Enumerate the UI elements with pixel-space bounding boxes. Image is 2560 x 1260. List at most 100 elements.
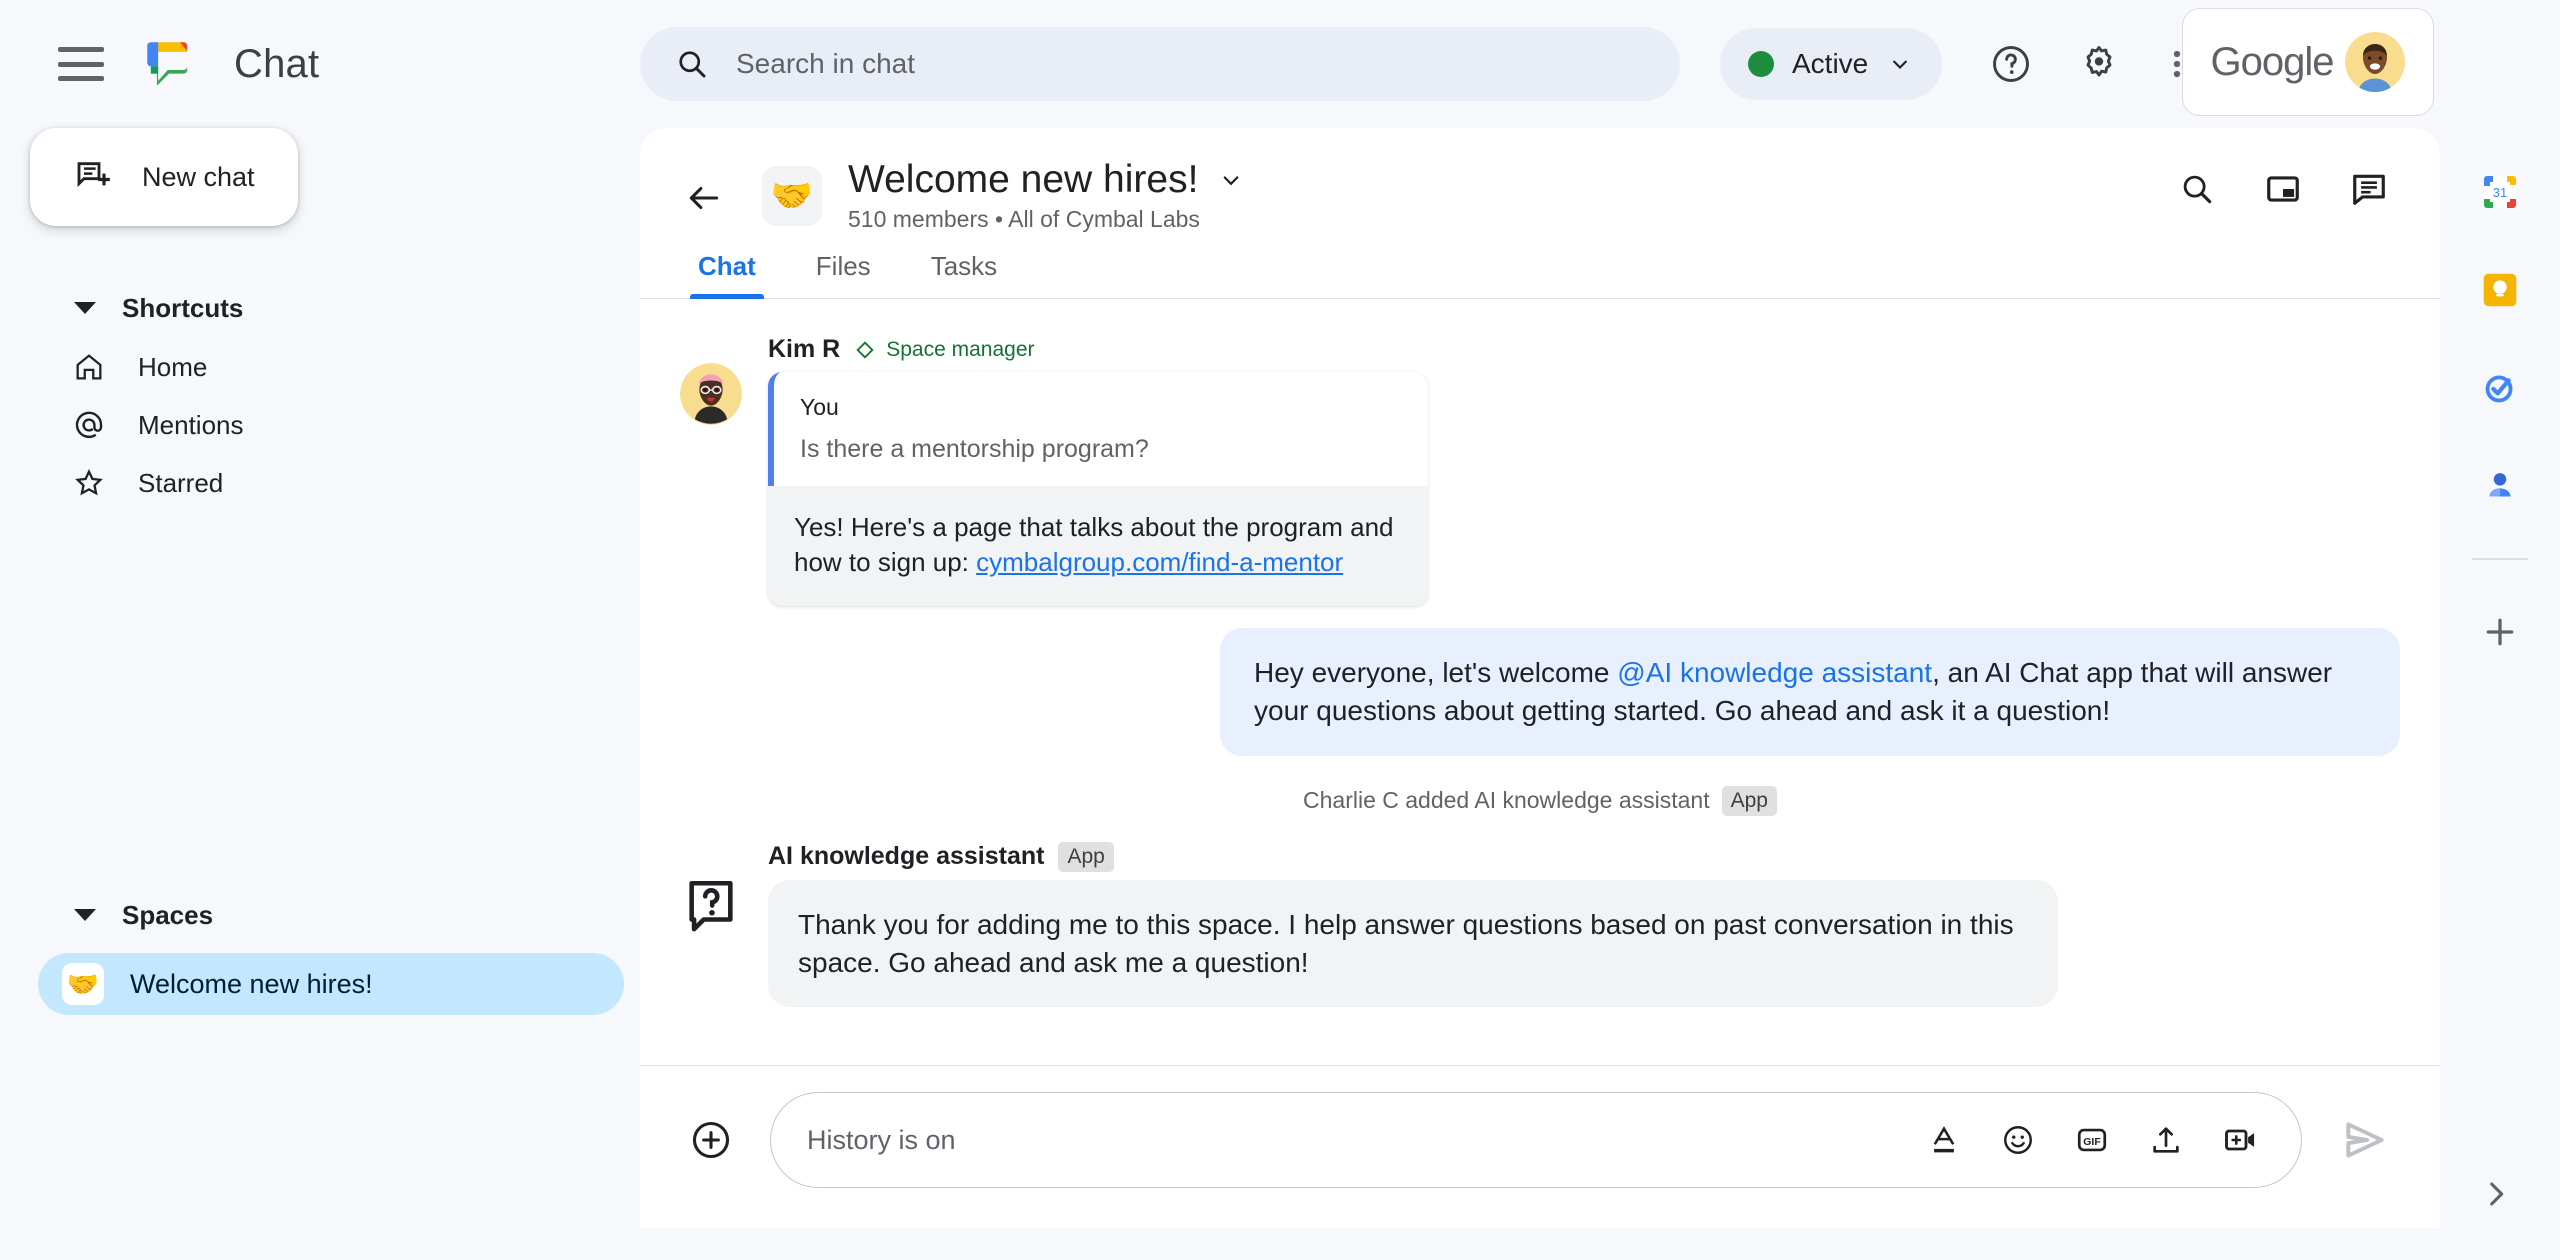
mention-ai-knowledge-assistant[interactable]: @AI knowledge assistant <box>1617 657 1932 688</box>
svg-text:GIF: GIF <box>2083 1137 2101 1148</box>
page-title: Welcome new hires! <box>848 158 1199 201</box>
message-welcome-row: Hey everyone, let's welcome @AI knowledg… <box>680 628 2400 756</box>
message-welcome-bubble: Hey everyone, let's welcome @AI knowledg… <box>1220 628 2400 756</box>
search-icon <box>679 51 706 78</box>
spaces-section: Spaces 🤝 Welcome new hires! <box>0 885 640 1015</box>
sidebar-item-home[interactable]: Home <box>0 338 640 396</box>
message-sender-row: Kim R Space manager <box>768 335 1428 364</box>
shortcuts-section: Shortcuts Home Mentions Starred <box>0 278 640 512</box>
assistant-sender-row: AI knowledge assistant App <box>768 841 2058 872</box>
picture-in-picture-button[interactable] <box>2252 158 2314 220</box>
chat-app-window: Chat New chat Shortcuts Home Mentions St… <box>0 0 2560 1260</box>
gif-button[interactable]: GIF <box>2065 1113 2119 1167</box>
google-tasks-button[interactable] <box>2474 362 2526 414</box>
chevron-right-icon <box>2490 1182 2504 1206</box>
assistant-body: AI knowledge assistant App Thank you for… <box>768 841 2058 1008</box>
app-title: Chat <box>234 41 320 86</box>
new-chat-button[interactable]: New chat <box>30 128 298 226</box>
status-selector[interactable]: Active <box>1720 28 1943 100</box>
add-attachment-button[interactable] <box>680 1109 742 1171</box>
contacts-icon <box>2489 473 2511 497</box>
spaces-title: Spaces <box>122 899 214 930</box>
spaces-header[interactable]: Spaces <box>0 885 640 945</box>
help-button[interactable] <box>1972 25 2050 103</box>
reply-card: You Is there a mentorship program? Yes! … <box>768 372 1428 607</box>
diamond-badge-icon <box>856 340 874 359</box>
plus-circle-icon <box>692 1121 730 1159</box>
welcome-text-before: Hey everyone, let's welcome <box>1254 657 1618 689</box>
search-in-space-icon <box>2183 175 2212 204</box>
avatar <box>2345 32 2406 92</box>
google-wordmark: Google <box>2210 39 2335 84</box>
role-label: Space manager <box>886 337 1035 361</box>
back-button[interactable] <box>672 166 736 230</box>
google-calendar-icon: 31 <box>2484 176 2516 208</box>
text-format-button[interactable] <box>1917 1113 1971 1167</box>
chevron-down-icon <box>74 302 96 314</box>
expand-panel-button[interactable] <box>2472 1170 2520 1218</box>
settings-button[interactable] <box>2060 25 2138 103</box>
status-badge: Space manager <box>854 337 1035 362</box>
upload-button[interactable] <box>2139 1113 2193 1167</box>
google-account-chip[interactable]: Google <box>2182 8 2434 116</box>
sidebar-space-welcome-new-hires[interactable]: 🤝 Welcome new hires! <box>38 953 624 1015</box>
message-sender: AI knowledge assistant <box>768 842 1045 871</box>
tab-files[interactable]: Files <box>786 251 901 298</box>
hamburger-menu-icon[interactable] <box>58 47 104 81</box>
google-calendar-button[interactable]: 31 <box>2474 166 2526 218</box>
shortcuts-header[interactable]: Shortcuts <box>0 278 640 338</box>
chevron-down-icon <box>74 909 96 921</box>
question-mark-app-icon <box>680 876 742 938</box>
tab-tasks[interactable]: Tasks <box>901 251 1027 298</box>
space-header: 🤝 Welcome new hires! 510 members • All o… <box>640 128 2440 299</box>
avatar <box>680 363 742 425</box>
space-tabs: Chat Files Tasks <box>640 251 2440 299</box>
brand-row: Chat <box>0 0 640 128</box>
space-subtitle: 510 members • All of Cymbal Labs <box>848 206 1200 232</box>
space-item-label: Welcome new hires! <box>130 968 373 999</box>
space-title-dropdown[interactable]: Welcome new hires! <box>848 158 1246 202</box>
reply-text: Yes! Here's a page that talks about the … <box>768 486 1428 606</box>
emoji-icon <box>2004 1126 2032 1154</box>
conversation-panel: 🤝 Welcome new hires! 510 members • All o… <box>640 128 2440 1228</box>
app-tag: App <box>1058 841 1114 872</box>
search-input[interactable]: Search in chat <box>640 27 1680 101</box>
status-dot-icon <box>1748 51 1774 77</box>
tab-label: Files <box>815 251 871 281</box>
help-icon <box>1993 46 2030 82</box>
add-apps-button[interactable] <box>2474 606 2526 658</box>
chevron-down-icon <box>1224 176 1239 186</box>
message-list: Kim R Space manager You Is there a mento… <box>640 299 2440 1065</box>
upload-icon <box>2153 1127 2179 1153</box>
status-label: Active <box>1792 48 1869 79</box>
tab-chat[interactable]: Chat <box>668 251 786 299</box>
emoji-button[interactable] <box>1991 1113 2045 1167</box>
chat-bubble-button[interactable] <box>2338 158 2400 220</box>
search-in-space-button[interactable] <box>2166 158 2228 220</box>
shortcuts-title: Shortcuts <box>122 292 244 323</box>
quoted-author: You <box>800 394 839 420</box>
mentor-program-link[interactable]: cymbalgroup.com/find-a-mentor <box>976 547 1343 577</box>
handshake-icon: 🤝 <box>62 963 104 1005</box>
google-keep-icon <box>2483 273 2517 307</box>
sidebar-item-mentions[interactable]: Mentions <box>0 396 640 454</box>
message-sender: Kim R <box>768 335 841 363</box>
search-placeholder: Search in chat <box>736 48 915 79</box>
google-keep-button[interactable] <box>2474 264 2526 316</box>
sidebar-item-label: Home <box>138 351 208 382</box>
sidebar-item-starred[interactable]: Starred <box>0 454 640 512</box>
star-icon <box>70 464 108 502</box>
add-apps-icon <box>2486 618 2514 646</box>
add-video-meeting-button[interactable] <box>2213 1113 2267 1167</box>
new-chat-icon <box>77 162 110 188</box>
assistant-message-bubble: Thank you for adding me to this space. I… <box>768 879 2058 1008</box>
sidebar-item-label: Starred <box>138 467 224 498</box>
quoted-message[interactable]: You Is there a mentorship program? <box>768 372 1428 486</box>
send-button[interactable] <box>2330 1105 2400 1175</box>
text-format-icon <box>1933 1126 1955 1153</box>
contacts-button[interactable] <box>2474 460 2526 512</box>
chevron-down-icon <box>1893 60 1908 69</box>
message-input[interactable]: History is on GIF <box>770 1092 2302 1188</box>
settings-gear-icon <box>2086 46 2112 77</box>
top-bar: Search in chat Active Google <box>640 0 2560 128</box>
